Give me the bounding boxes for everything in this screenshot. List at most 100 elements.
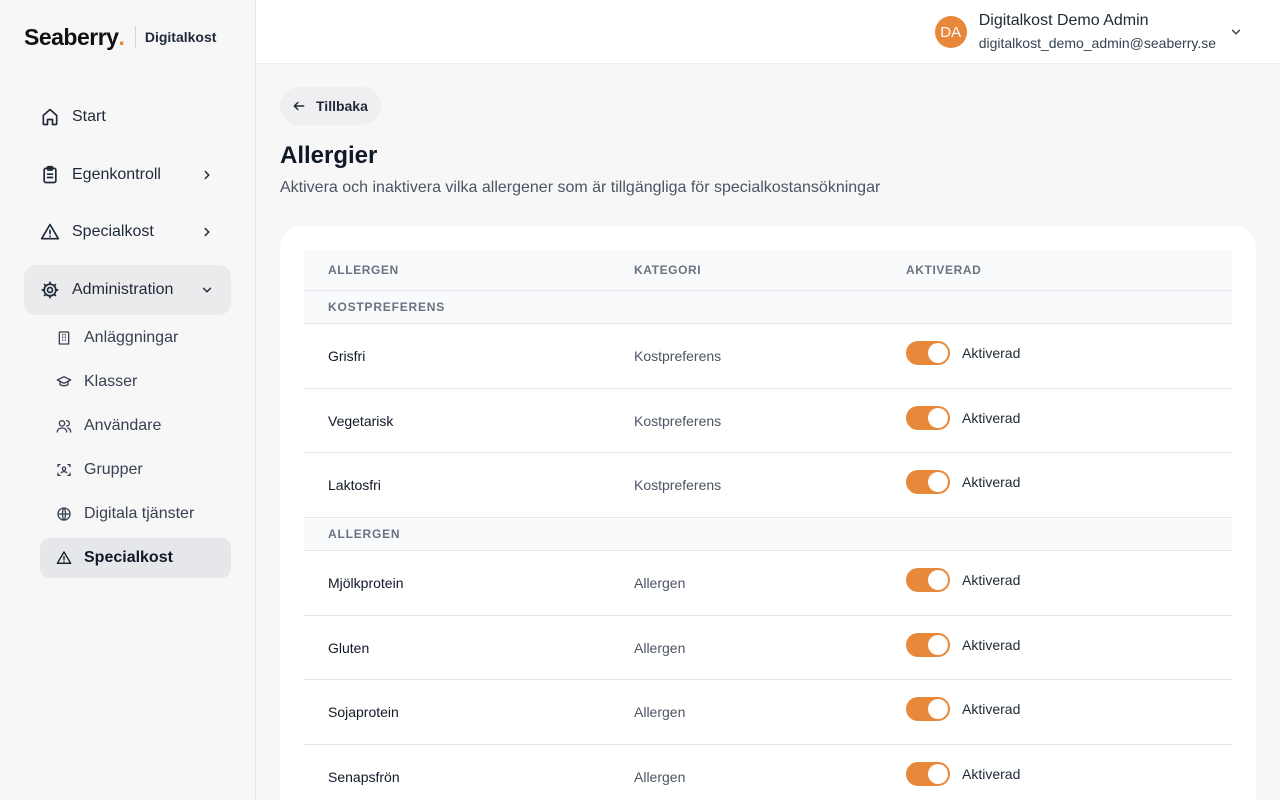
page-title: Allergier [280, 142, 378, 169]
toggle-knob [928, 763, 948, 784]
user-info: Digitalkost Demo Admin digitalkost_demo_… [979, 10, 1216, 54]
logo-brand: Seaberry [24, 23, 119, 50]
avatar: DA [934, 16, 967, 48]
user-email: digitalkost_demo_admin@seaberry.se [978, 35, 1216, 51]
column-header-allergen: ALLERGEN [328, 263, 399, 277]
toggle-label: Aktiverad [962, 409, 1021, 426]
subnav-item-label: Specialkost [84, 549, 173, 566]
toggle-label: Aktiverad [962, 765, 1021, 782]
logo[interactable]: Seaberry. Digitalkost [24, 22, 216, 52]
subnav-item-digitala-tjanster[interactable]: Digitala tjänster [40, 494, 231, 534]
toggle-cell: Aktiverad [906, 340, 1232, 365]
main-nav: Start Egenkontroll Specialkost Administr… [24, 92, 231, 322]
enabled-toggle[interactable] [906, 761, 950, 786]
toggle-knob [928, 472, 948, 493]
toggle-cell: Aktiverad [906, 632, 1232, 657]
toggle-label: Aktiverad [962, 344, 1021, 361]
subnav-item-anvandare[interactable]: Användare [40, 406, 231, 446]
logo-divider [134, 26, 136, 48]
table-header: ALLERGEN KATEGORI AKTIVERAD [304, 250, 1232, 291]
allergen-name: Vegetarisk [328, 412, 394, 429]
subnav-item-anlaggningar[interactable]: Anläggningar [40, 318, 231, 358]
table-row: Gluten Allergen Aktiverad [304, 616, 1232, 681]
top-header: DA Digitalkost Demo Admin digitalkost_de… [256, 0, 1280, 64]
toggle-cell: Aktiverad [906, 761, 1232, 786]
allergen-card: ALLERGEN KATEGORI AKTIVERAD KOSTPREFEREN… [280, 226, 1256, 800]
nav-item-label: Start [72, 108, 106, 125]
subnav-item-label: Anläggningar [84, 329, 179, 346]
warning-icon [40, 222, 60, 242]
nav-item-label: Egenkontroll [72, 165, 161, 183]
table-row: Senapsfrön Allergen Aktiverad [304, 745, 1232, 800]
table-row: Mjölkprotein Allergen Aktiverad [304, 551, 1232, 616]
toggle-label: Aktiverad [962, 474, 1021, 491]
enabled-toggle[interactable] [906, 405, 950, 430]
building-icon [56, 330, 72, 346]
allergen-category: Allergen [634, 574, 686, 591]
enabled-toggle[interactable] [906, 697, 950, 722]
toggle-label: Aktiverad [962, 571, 1021, 588]
toggle-knob [928, 569, 948, 590]
toggle-label: Aktiverad [962, 636, 1021, 653]
group-scan-icon [56, 462, 72, 478]
toggle-cell: Aktiverad [906, 405, 1232, 430]
subnav-item-grupper[interactable]: Grupper [40, 450, 231, 490]
nav-item-administration[interactable]: Administration [24, 264, 231, 315]
allergen-category: Allergen [634, 768, 686, 785]
allergen-category: Kostpreferens [634, 412, 722, 429]
sidebar: Seaberry. Digitalkost Start Egenkontroll… [0, 0, 256, 800]
gear-icon [40, 280, 60, 300]
subnav-item-label: Grupper [84, 461, 143, 478]
nav-item-start[interactable]: Start [24, 92, 231, 142]
subnav-item-label: Digitala tjänster [84, 505, 195, 522]
chevron-right-icon [199, 224, 215, 240]
toggle-cell: Aktiverad [906, 470, 1232, 495]
subnav-item-label: Användare [84, 417, 162, 434]
user-menu[interactable]: DA Digitalkost Demo Admin digitalkost_de… [934, 10, 1244, 54]
users-icon [56, 418, 72, 434]
subnav-item-klasser[interactable]: Klasser [40, 362, 231, 402]
allergen-category: Allergen [634, 639, 686, 656]
toggle-label: Aktiverad [962, 701, 1021, 718]
warning-icon [56, 550, 72, 566]
allergen-name: Sojaprotein [328, 704, 399, 721]
subnav-item-label: Klasser [84, 373, 138, 390]
page-description: Aktivera och inaktivera vilka allergener… [280, 179, 881, 196]
column-header-enabled: AKTIVERAD [906, 263, 982, 277]
chevron-down-icon [1228, 24, 1244, 40]
toggle-knob [928, 634, 948, 655]
subnav-item-specialkost[interactable]: Specialkost [40, 538, 231, 578]
toggle-cell: Aktiverad [906, 697, 1232, 722]
allergen-name: Grisfri [328, 347, 366, 364]
table-row: Grisfri Kostpreferens Aktiverad [304, 324, 1232, 389]
admin-subnav: Anläggningar Klasser Användare Grupper D… [40, 318, 231, 582]
arrow-left-icon [292, 99, 306, 113]
column-header-category: KATEGORI [634, 263, 702, 277]
graduation-cap-icon [56, 374, 72, 390]
nav-item-specialkost[interactable]: Specialkost [24, 207, 231, 257]
back-button[interactable]: Tillbaka [280, 87, 381, 125]
allergen-name: Senapsfrön [328, 768, 400, 785]
allergen-table: ALLERGEN KATEGORI AKTIVERAD KOSTPREFEREN… [304, 250, 1232, 800]
globe-icon [56, 506, 72, 522]
group-header: KOSTPREFERENS [304, 291, 1232, 324]
table-row: Sojaprotein Allergen Aktiverad [304, 680, 1232, 746]
nav-item-egenkontroll[interactable]: Egenkontroll [24, 150, 231, 200]
allergen-category: Kostpreferens [634, 347, 722, 364]
clipboard-icon [40, 165, 60, 185]
table-row: Laktosfri Kostpreferens Aktiverad [304, 453, 1232, 519]
nav-item-label: Specialkost [72, 223, 154, 240]
enabled-toggle[interactable] [906, 567, 950, 592]
logo-dot: . [118, 23, 125, 50]
user-name: Digitalkost Demo Admin [978, 12, 1149, 29]
toggle-knob [928, 699, 948, 720]
enabled-toggle[interactable] [906, 632, 950, 657]
toggle-cell: Aktiverad [906, 567, 1232, 592]
enabled-toggle[interactable] [906, 470, 950, 495]
allergen-name: Mjölkprotein [328, 574, 404, 591]
chevron-down-icon [199, 282, 215, 298]
enabled-toggle[interactable] [906, 340, 950, 365]
nav-item-label: Administration [72, 280, 174, 298]
allergen-category: Allergen [634, 704, 686, 721]
chevron-right-icon [199, 167, 215, 183]
